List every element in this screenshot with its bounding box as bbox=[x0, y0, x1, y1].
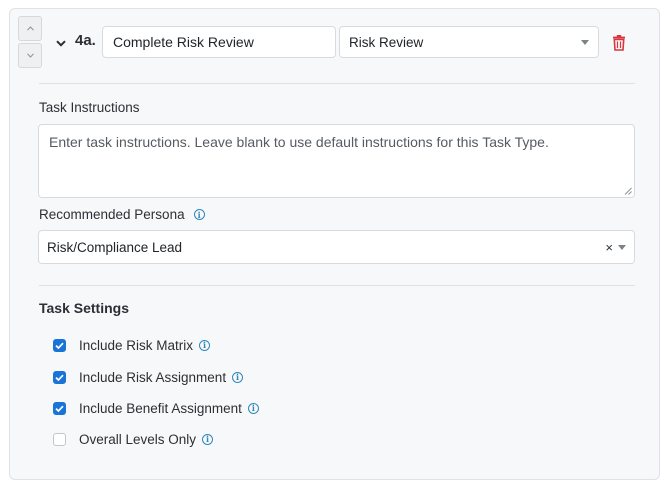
recommended-persona-label-row: Recommended Persona i bbox=[39, 207, 205, 222]
step-name-value: Complete Risk Review bbox=[113, 34, 254, 50]
check-icon bbox=[55, 342, 64, 349]
task-step-card: 4a. Complete Risk Review Risk Review Tas… bbox=[9, 8, 660, 480]
task-settings-title: Task Settings bbox=[39, 300, 129, 316]
clear-selection-icon[interactable]: × bbox=[605, 240, 613, 255]
resize-handle-icon[interactable] bbox=[624, 187, 632, 195]
collapse-toggle[interactable] bbox=[55, 37, 67, 49]
checkbox-label: Overall Levels Only bbox=[79, 431, 197, 447]
recommended-persona-value: Risk/Compliance Lead bbox=[47, 239, 183, 255]
checkbox-label: Include Risk Matrix bbox=[79, 337, 194, 353]
checkbox-include-risk-assignment[interactable]: Include Risk Assignment i bbox=[53, 369, 244, 385]
info-icon[interactable]: i bbox=[232, 371, 244, 383]
checkbox[interactable] bbox=[53, 432, 66, 446]
checkbox-overall-levels-only[interactable]: Overall Levels Only i bbox=[53, 431, 214, 447]
recommended-persona-select[interactable]: Risk/Compliance Lead × bbox=[38, 230, 635, 264]
checkbox-label: Include Benefit Assignment bbox=[79, 400, 242, 416]
chevron-down-icon bbox=[26, 53, 34, 58]
task-instructions-placeholder: Enter task instructions. Leave blank to … bbox=[49, 134, 549, 150]
checkbox-label: Include Risk Assignment bbox=[79, 369, 227, 385]
task-instructions-textarea[interactable]: Enter task instructions. Leave blank to … bbox=[38, 124, 635, 198]
move-up-button[interactable] bbox=[18, 16, 42, 41]
step-number: 4a. bbox=[75, 32, 96, 49]
info-icon[interactable]: i bbox=[202, 433, 214, 445]
info-icon[interactable]: i bbox=[247, 402, 259, 414]
step-name-input[interactable]: Complete Risk Review bbox=[102, 26, 336, 58]
check-icon bbox=[55, 405, 64, 412]
info-icon[interactable]: i bbox=[193, 209, 205, 220]
task-type-select[interactable]: Risk Review bbox=[339, 26, 599, 58]
checkbox-include-risk-matrix[interactable]: Include Risk Matrix i bbox=[53, 337, 211, 353]
checkbox-include-benefit-assignment[interactable]: Include Benefit Assignment i bbox=[53, 400, 259, 416]
checkbox[interactable] bbox=[53, 370, 66, 384]
info-icon[interactable]: i bbox=[199, 339, 211, 351]
divider bbox=[39, 83, 635, 84]
checkbox[interactable] bbox=[53, 401, 66, 415]
chevron-up-icon bbox=[26, 26, 34, 31]
dropdown-caret-icon bbox=[618, 244, 626, 250]
dropdown-caret-icon bbox=[581, 39, 589, 45]
move-down-button[interactable] bbox=[18, 43, 42, 68]
check-icon bbox=[55, 374, 64, 381]
divider bbox=[39, 285, 635, 286]
trash-icon[interactable] bbox=[612, 35, 626, 51]
task-type-value: Risk Review bbox=[349, 34, 424, 50]
task-instructions-label: Task Instructions bbox=[39, 100, 140, 115]
chevron-down-icon bbox=[56, 39, 66, 47]
recommended-persona-label: Recommended Persona bbox=[39, 207, 185, 222]
checkbox[interactable] bbox=[53, 338, 66, 352]
